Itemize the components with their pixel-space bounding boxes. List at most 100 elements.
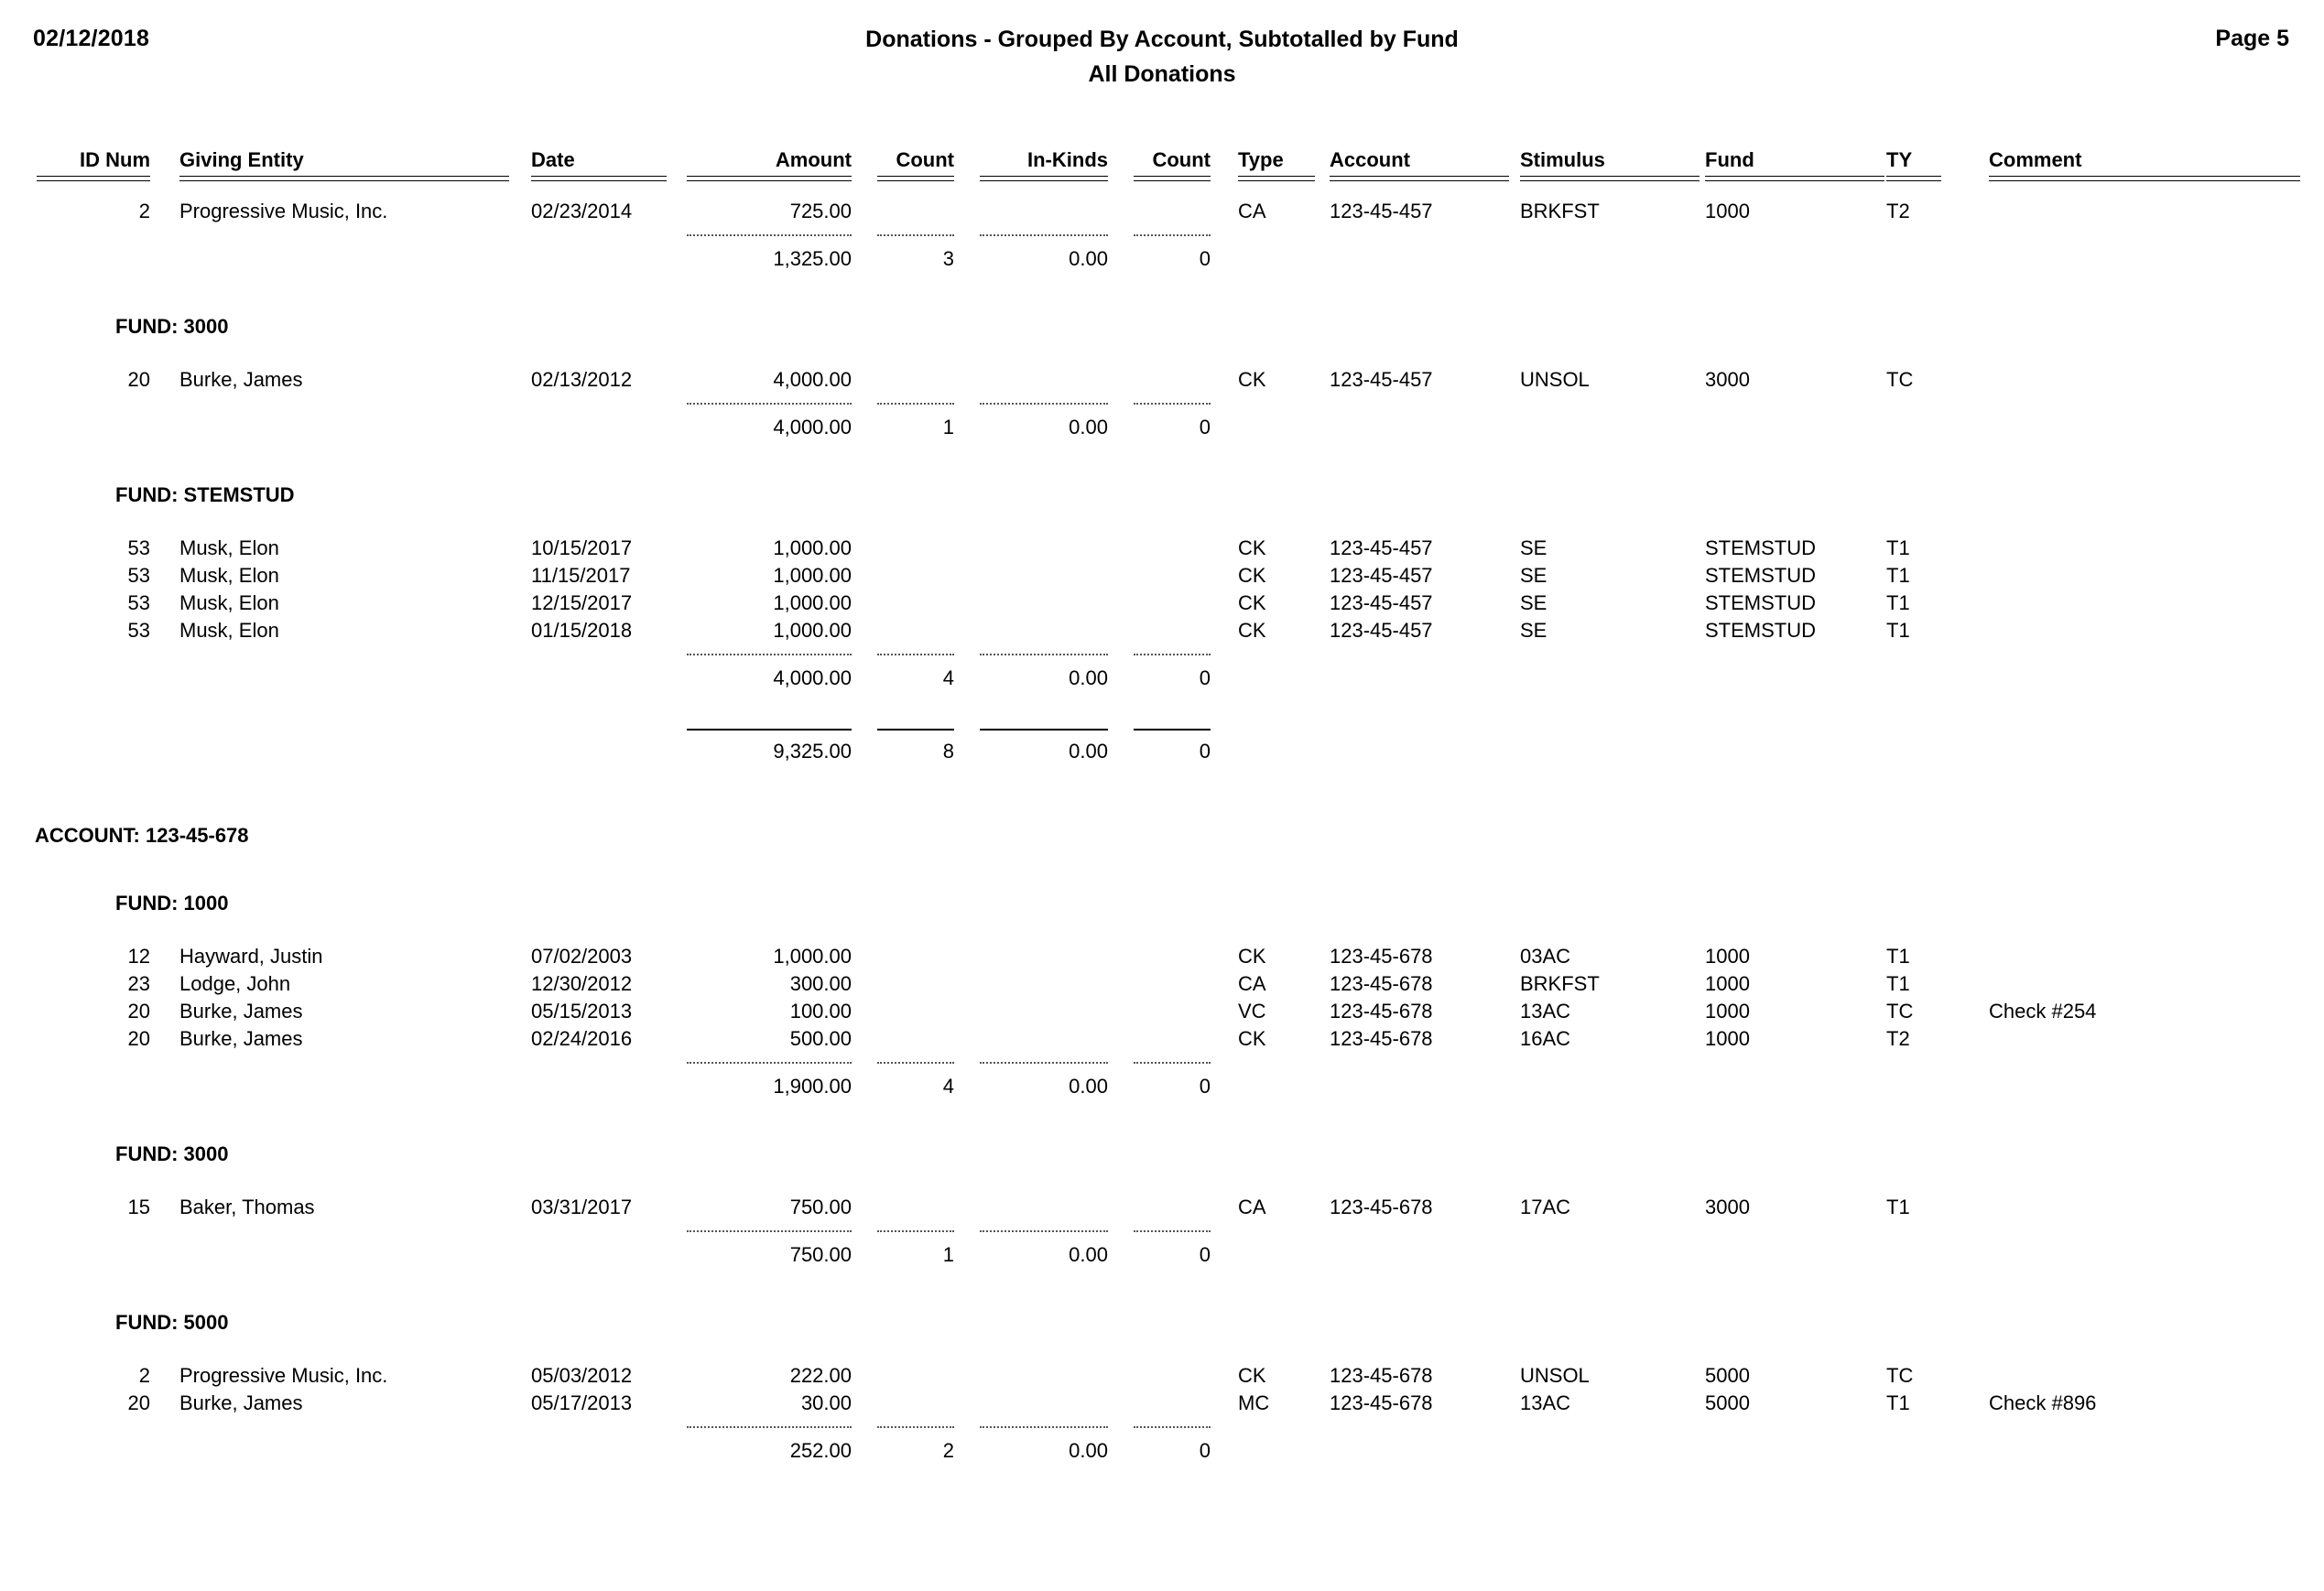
table-row[interactable]: 2 Progressive Music, Inc. 02/23/2014 725… [0,198,2324,225]
table-row[interactable]: 12 Hayward, Justin 07/02/2003 1,000.00 C… [0,943,2324,970]
group-heading-label: ACCOUNT: 123-45-678 [35,824,249,847]
header-rule-count [877,176,954,181]
group-heading-account[interactable]: ACCOUNT: 123-45-678 [0,822,2324,850]
cell-type: CK [1238,1364,1266,1387]
subtotal-rule-count [877,403,954,405]
subtotal-rule-in-kinds [980,1230,1108,1232]
cell-entity: Musk, Elon [179,591,279,614]
column-header-ty: TY [1886,148,1913,171]
account-total-count-2: 0 [1199,740,1211,763]
cell-amount: 300.00 [789,972,852,995]
account-total-row: 9,325.00 8 0.00 0 [0,738,2324,765]
cell-fund: 1000 [1705,1000,1750,1023]
column-header-count-2: Count [1152,148,1211,171]
subtotal-row: 750.00 1 0.00 0 [0,1241,2324,1269]
cell-amount: 500.00 [789,1027,852,1050]
cell-account: 123-45-457 [1330,536,1433,559]
table-row[interactable]: 53 Musk, Elon 12/15/2017 1,000.00 CK 123… [0,590,2324,617]
subtotal-row: 252.00 2 0.00 0 [0,1437,2324,1465]
subtotal-amount: 1,325.00 [773,247,852,270]
cell-fund: 1000 [1705,200,1750,222]
page-title: Donations - Grouped By Account, Subtotal… [865,27,1459,52]
cell-ty: T2 [1886,1027,1910,1050]
cell-fund: STEMSTUD [1705,591,1816,614]
header-rule-type [1238,176,1315,181]
account-total-in-kinds: 0.00 [1069,740,1108,763]
cell-entity: Burke, James [179,368,303,391]
table-row[interactable]: 53 Musk, Elon 10/15/2017 1,000.00 CK 123… [0,535,2324,562]
table-row[interactable]: 53 Musk, Elon 01/15/2018 1,000.00 CK 123… [0,617,2324,644]
group-heading-fund[interactable]: FUND: STEMSTUD [0,482,2324,509]
column-header-stimulus: Stimulus [1520,148,1605,171]
cell-entity: Musk, Elon [179,564,279,587]
group-heading-fund[interactable]: FUND: 3000 [0,1141,2324,1168]
cell-id-num: 23 [127,972,150,995]
cell-date: 02/23/2014 [531,200,633,222]
cell-type: CK [1238,945,1266,968]
cell-type: CK [1238,536,1266,559]
subtotal-in-kinds: 0.00 [1069,666,1108,689]
table-header-row: ID Num Giving Entity Date Amount Count I… [0,146,2324,174]
cell-ty: T1 [1886,1196,1910,1218]
cell-ty: T1 [1886,591,1910,614]
group-heading-fund[interactable]: FUND: 3000 [0,313,2324,341]
subtotal-rule-count-2 [1134,1062,1211,1064]
table-row[interactable]: 20 Burke, James 05/15/2013 100.00 VC 123… [0,998,2324,1025]
subtotal-rule-count [877,1426,954,1428]
column-header-in-kinds: In-Kinds [1027,148,1108,171]
column-header-fund: Fund [1705,148,1754,171]
table-row[interactable]: 15 Baker, Thomas 03/31/2017 750.00 CA 12… [0,1194,2324,1221]
report-page: 02/12/2018 Donations - Grouped By Accoun… [0,0,2324,1591]
subtotal-rule-in-kinds [980,654,1108,655]
cell-ty: T1 [1886,972,1910,995]
table-row[interactable]: 53 Musk, Elon 11/15/2017 1,000.00 CK 123… [0,562,2324,590]
table-row[interactable]: 23 Lodge, John 12/30/2012 300.00 CA 123-… [0,970,2324,998]
account-total-rule-in-kinds [980,729,1108,731]
cell-ty: T1 [1886,619,1910,642]
cell-amount: 30.00 [800,1391,852,1414]
subtotal-in-kinds: 0.00 [1069,1439,1108,1462]
cell-stimulus: 13AC [1520,1000,1571,1023]
subtotal-rule-in-kinds [980,403,1108,405]
group-heading-fund[interactable]: FUND: 5000 [0,1309,2324,1337]
subtotal-count-2: 0 [1199,1075,1211,1098]
header-rule-fund [1705,176,1884,181]
table-row[interactable]: 20 Burke, James 02/24/2016 500.00 CK 123… [0,1025,2324,1053]
subtotal-rule-count-2 [1134,1230,1211,1232]
cell-stimulus: 17AC [1520,1196,1571,1218]
table-row[interactable]: 20 Burke, James 02/13/2012 4,000.00 CK 1… [0,366,2324,394]
account-total-rule-count-2 [1134,729,1211,731]
subtotal-count-2: 0 [1199,247,1211,270]
cell-date: 12/30/2012 [531,972,633,995]
cell-id-num: 2 [138,1364,150,1387]
header-rule-date [531,176,667,181]
cell-account: 123-45-457 [1330,564,1433,587]
cell-ty: TC [1886,368,1914,391]
cell-id-num: 12 [127,945,150,968]
subtotal-row: 1,900.00 4 0.00 0 [0,1073,2324,1100]
subtotal-count-2: 0 [1199,416,1211,438]
cell-stimulus: BRKFST [1520,200,1600,222]
subtotal-rule-amount [687,1062,852,1064]
cell-amount: 1,000.00 [773,536,852,559]
cell-ty: T1 [1886,945,1910,968]
cell-date: 07/02/2003 [531,945,633,968]
cell-date: 11/15/2017 [531,564,631,587]
header-rule-stimulus [1520,176,1700,181]
cell-fund: 5000 [1705,1391,1750,1414]
group-heading-label: FUND: 5000 [115,1311,229,1334]
column-header-account: Account [1330,148,1410,171]
cell-ty: T1 [1886,536,1910,559]
cell-account: 123-45-678 [1330,972,1433,995]
cell-date: 01/15/2018 [531,619,633,642]
cell-comment: Check #896 [1989,1391,2097,1414]
subtotal-in-kinds: 0.00 [1069,247,1108,270]
group-heading-fund[interactable]: FUND: 1000 [0,890,2324,917]
table-row[interactable]: 2 Progressive Music, Inc. 05/03/2012 222… [0,1362,2324,1390]
table-row[interactable]: 20 Burke, James 05/17/2013 30.00 MC 123-… [0,1390,2324,1417]
cell-account: 123-45-457 [1330,591,1433,614]
